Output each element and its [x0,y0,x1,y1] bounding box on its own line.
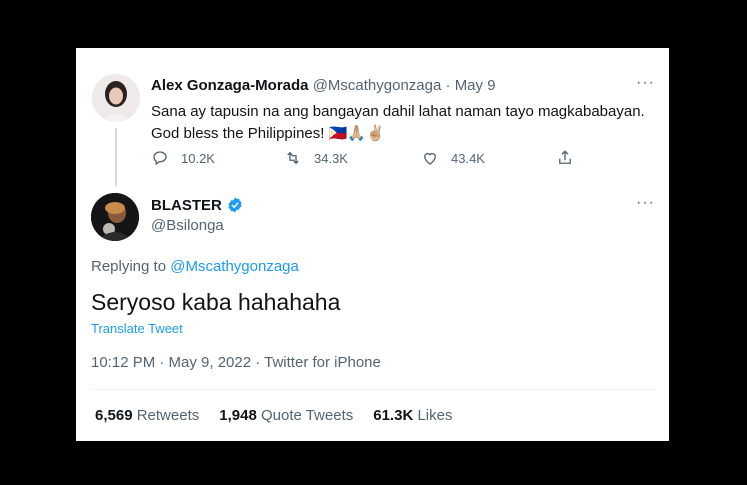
translate-tweet-link[interactable]: Translate Tweet [91,321,183,336]
engagement-stats: 6,569 Retweets 1,948 Quote Tweets 61.3K … [95,407,452,424]
retweets-count: 6,569 [95,407,133,424]
original-tweet-header: Alex Gonzaga-Morada @Mscathygonzaga · Ma… [151,77,496,94]
reply-icon [153,151,167,166]
tweet-text-line: Sana ay tapusin na ang bangayan dahil la… [151,103,645,120]
tweet-card: Alex Gonzaga-Morada @Mscathygonzaga · Ma… [76,48,669,441]
retweet-count: 34.3K [314,150,348,166]
retweets-stat[interactable]: 6,569 Retweets [95,407,199,424]
tweet-actions: 10.2K 34.3K 43.4K [151,149,581,171]
likes-count: 61.3K [373,407,414,424]
retweet-icon [287,151,299,165]
author-handle[interactable]: @Mscathygonzaga [313,77,442,94]
verified-badge-icon [228,197,242,213]
retweet-action[interactable]: 34.3K [284,149,348,167]
divider [91,389,655,390]
replying-to: Replying to @Mscathygonzaga [91,258,299,275]
tweet-date[interactable]: May 9 [455,77,496,94]
original-tweet-text: Sana ay tapusin na ang bangayan dahil la… [151,101,651,145]
like-count: 43.4K [451,150,485,166]
reply-action[interactable]: 10.2K [151,149,215,167]
share-icon [559,150,571,164]
replying-prefix: Replying to [91,258,167,275]
likes-label: Likes [417,407,453,424]
more-options-icon[interactable]: ··· [636,74,655,92]
emoji: 🇵🇭🙏🏼✌🏼 [328,125,385,142]
reply-author-name-row[interactable]: BLASTER [151,196,244,214]
tweet-text-line: God bless the Philippines! [151,125,325,142]
likes-stat[interactable]: 61.3K Likes [373,407,452,424]
retweets-label: Retweets [136,407,200,424]
more-options-icon[interactable]: ··· [636,194,655,212]
tweet-meta: 10:12 PM · May 9, 2022 · Twitter for iPh… [91,354,381,371]
like-action[interactable]: 43.4K [421,149,485,167]
avatar-alex-gonzaga[interactable] [92,74,140,122]
quote-tweets-stat[interactable]: 1,948 Quote Tweets [219,407,353,424]
reply-count: 10.2K [181,150,215,166]
quotes-count: 1,948 [219,407,257,424]
thread-connector-line [115,128,117,186]
heart-icon [424,152,436,165]
quotes-label: Quote Tweets [260,407,354,424]
avatar-blaster[interactable] [91,193,139,241]
author-handle[interactable]: @Bsilonga [151,217,224,234]
share-action[interactable] [556,149,574,167]
separator-dot: · [445,77,451,94]
reply-tweet-text: Seryoso kaba hahahaha [91,289,341,315]
replying-handle-link[interactable]: @Mscathygonzaga [170,258,299,275]
author-name[interactable]: Alex Gonzaga-Morada [151,77,309,94]
author-name: BLASTER [151,196,222,214]
